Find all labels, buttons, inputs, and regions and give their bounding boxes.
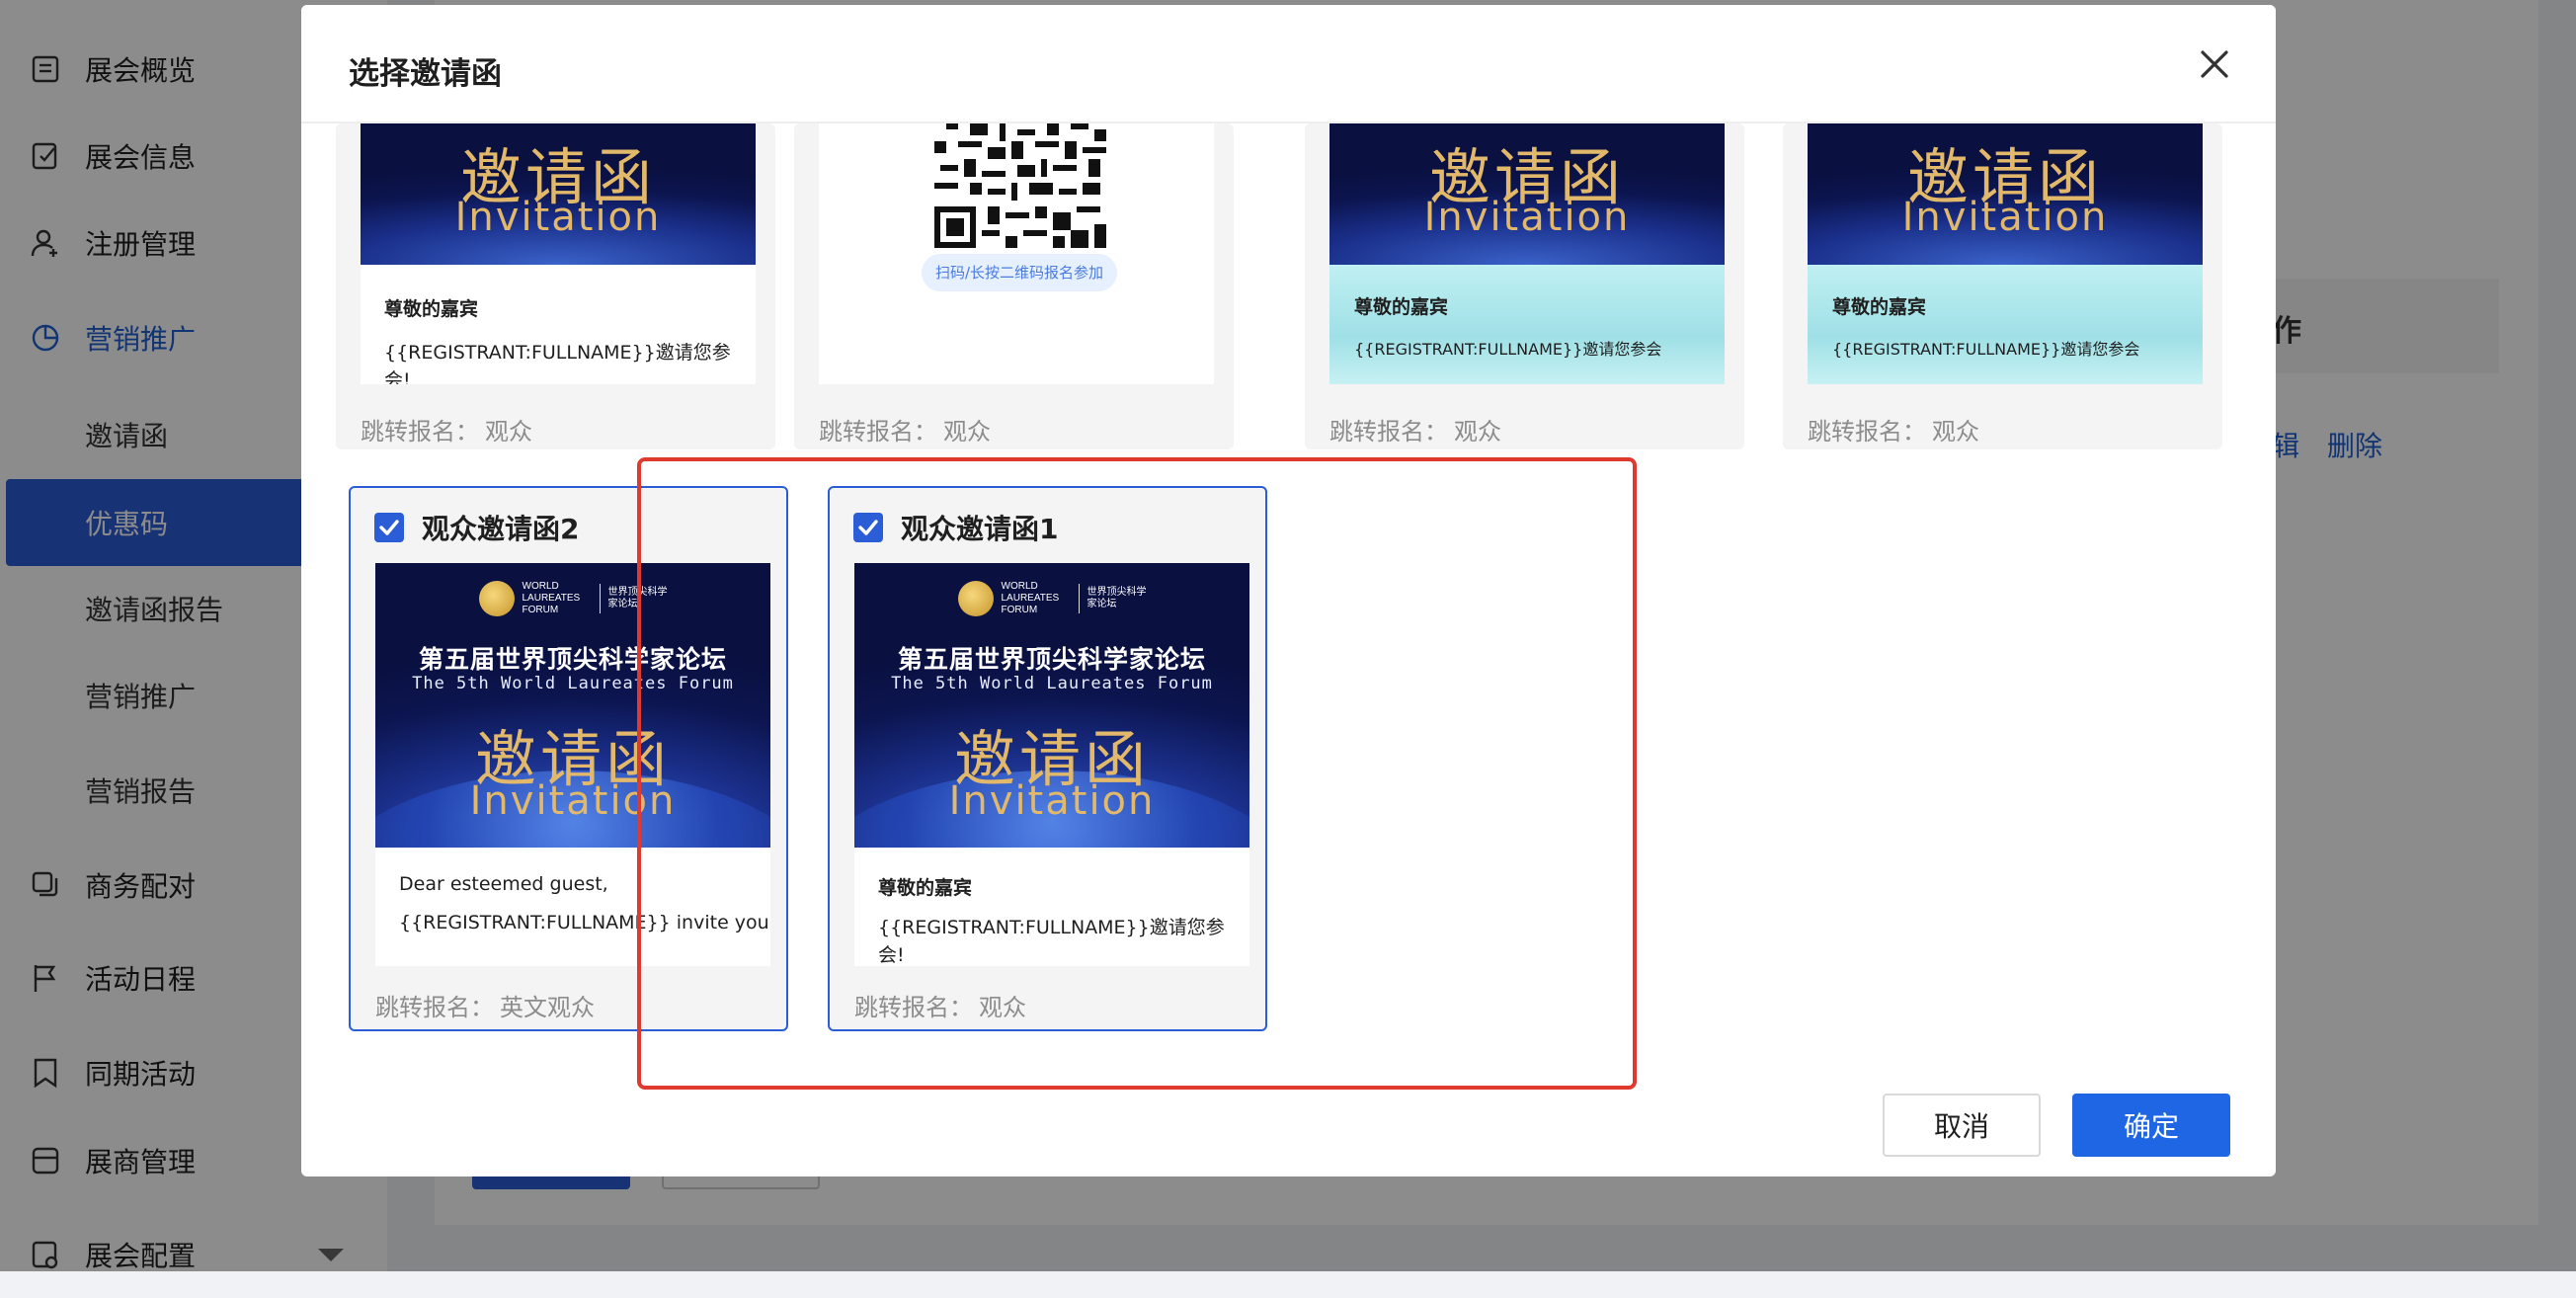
invitation-card[interactable]: 邀请函 Invitation 尊敬的嘉宾 {{REGISTRANT:FULLNA… xyxy=(1305,123,1744,449)
invitation-card[interactable]: 扫码/长按二维码报名参加 跳转报名： 观众 xyxy=(794,123,1234,449)
redirect-value: 观众 xyxy=(943,418,991,446)
preview-body: {{REGISTRANT:FULLNAME}}邀请您参会! xyxy=(878,917,1225,966)
redirect-value: 观众 xyxy=(485,418,532,446)
redirect-label: 跳转报名： xyxy=(361,418,479,446)
modal-footer: 取消 确定 xyxy=(301,1062,2276,1176)
confirm-button[interactable]: 确定 xyxy=(2072,1094,2230,1157)
redirect-label: 跳转报名： xyxy=(1329,418,1448,446)
redirect-label: 跳转报名： xyxy=(854,994,973,1021)
qr-area: 扫码/长按二维码报名参加 xyxy=(819,123,1214,382)
banner-image: WORLD LAUREATES FORUM 世界顶尖科学家论坛 第五届世界顶尖科… xyxy=(854,563,1249,848)
card-header: 观众邀请函1 xyxy=(853,510,1058,545)
preview-greeting: 尊敬的嘉宾 xyxy=(878,877,973,899)
card-redirect: 跳转报名： 观众 xyxy=(1329,412,1501,446)
banner-cn-title: 第五届世界顶尖科学家论坛 xyxy=(897,645,1206,674)
preview-text: Dear esteemed guest, {{REGISTRANT:FULLNA… xyxy=(375,873,770,936)
preview-body: {{REGISTRANT:FULLNAME}}邀请您参会 xyxy=(1832,340,2140,359)
banner-big-en: Invitation xyxy=(469,778,677,824)
card-redirect: 跳转报名： 观众 xyxy=(1808,412,1979,446)
banner-big-en: Invitation xyxy=(1901,195,2109,240)
banner-cn-title: 第五届世界顶尖科学家论坛 xyxy=(418,645,727,674)
preview-greeting: 尊敬的嘉宾 xyxy=(384,298,479,320)
modal-title: 选择邀请函 xyxy=(349,56,502,92)
select-invitation-modal: 选择邀请函 邀请函 Invitation 尊敬的嘉宾 {{REGISTRANT:… xyxy=(301,5,2276,1176)
preview-text: 尊敬的嘉宾 {{REGISTRANT:FULLNAME}}邀请您参会! xyxy=(361,294,756,384)
invitation-card-selected[interactable]: 观众邀请函2 WORLD LAUREATES FORUM 世界顶尖科学家论坛 第… xyxy=(349,486,788,1031)
cancel-button[interactable]: 取消 xyxy=(1883,1094,2041,1157)
redirect-label: 跳转报名： xyxy=(375,994,494,1021)
banner-image: 邀请函 Invitation xyxy=(1329,123,1725,265)
invitation-card[interactable]: 邀请函 Invitation 尊敬的嘉宾 {{REGISTRANT:FULLNA… xyxy=(1783,123,2222,449)
preview-greeting: 尊敬的嘉宾 xyxy=(1354,296,1449,318)
card-checkbox[interactable] xyxy=(853,513,883,542)
logo-en: WORLD LAUREATES FORUM xyxy=(1001,581,1060,615)
logo-en: WORLD LAUREATES FORUM xyxy=(522,581,581,615)
card-redirect: 跳转报名： 观众 xyxy=(819,412,991,446)
redirect-value: 观众 xyxy=(979,994,1026,1021)
banner-big-en: Invitation xyxy=(948,778,1156,824)
logo-divider xyxy=(599,584,601,613)
card-preview: 扫码/长按二维码报名参加 xyxy=(819,123,1214,384)
preview-body: {{REGISTRANT:FULLNAME}}邀请您参会 xyxy=(1354,340,1662,359)
modal-body: 邀请函 Invitation 尊敬的嘉宾 {{REGISTRANT:FULLNA… xyxy=(301,123,2276,1062)
check-icon xyxy=(379,520,399,535)
globe-logo-icon xyxy=(957,581,994,616)
preview-text: 尊敬的嘉宾 {{REGISTRANT:FULLNAME}}邀请您参会! xyxy=(854,873,1249,966)
card-preview: 邀请函 Invitation 尊敬的嘉宾 {{REGISTRANT:FULLNA… xyxy=(1329,123,1725,384)
globe-logo-icon xyxy=(478,581,515,616)
card-preview: 邀请函 Invitation 尊敬的嘉宾 {{REGISTRANT:FULLNA… xyxy=(1808,123,2203,384)
card-title: 观众邀请函2 xyxy=(422,513,580,545)
banner-big-en: Invitation xyxy=(454,195,662,240)
card-header: 观众邀请函2 xyxy=(374,510,579,545)
card-preview: 邀请函 Invitation 尊敬的嘉宾 {{REGISTRANT:FULLNA… xyxy=(361,123,756,384)
banner-en-title: The 5th World Laureates Forum xyxy=(891,674,1213,693)
banner-image: 邀请函 Invitation xyxy=(361,123,756,265)
redirect-value: 英文观众 xyxy=(500,994,595,1021)
banner-big-en: Invitation xyxy=(1423,195,1631,240)
card-redirect: 跳转报名： 英文观众 xyxy=(375,988,595,1022)
banner-en-title: The 5th World Laureates Forum xyxy=(412,674,734,693)
qr-code-icon xyxy=(934,123,1106,248)
preview-greeting: Dear esteemed guest, xyxy=(399,873,608,895)
card-redirect: 跳转报名： 观众 xyxy=(854,988,1026,1022)
redirect-label: 跳转报名： xyxy=(819,418,937,446)
modal-header: 选择邀请函 xyxy=(301,5,2276,123)
card-checkbox[interactable] xyxy=(374,513,404,542)
teal-text-area: 尊敬的嘉宾 {{REGISTRANT:FULLNAME}}邀请您参会 xyxy=(1808,265,2203,384)
forum-logo: WORLD LAUREATES FORUM 世界顶尖科学家论坛 xyxy=(854,581,1249,616)
close-icon[interactable] xyxy=(2197,46,2232,82)
redirect-label: 跳转报名： xyxy=(1808,418,1926,446)
card-title: 观众邀请函1 xyxy=(901,513,1059,545)
forum-logo: WORLD LAUREATES FORUM 世界顶尖科学家论坛 xyxy=(375,581,770,616)
check-icon xyxy=(858,520,878,535)
card-preview: WORLD LAUREATES FORUM 世界顶尖科学家论坛 第五届世界顶尖科… xyxy=(854,563,1249,966)
invitation-card-selected[interactable]: 观众邀请函1 WORLD LAUREATES FORUM 世界顶尖科学家论坛 第… xyxy=(828,486,1267,1031)
redirect-value: 观众 xyxy=(1932,418,1979,446)
preview-body: {{REGISTRANT:FULLNAME}}邀请您参会! xyxy=(384,342,731,384)
qr-hint: 扫码/长按二维码报名参加 xyxy=(922,254,1117,291)
card-preview: WORLD LAUREATES FORUM 世界顶尖科学家论坛 第五届世界顶尖科… xyxy=(375,563,770,966)
redirect-value: 观众 xyxy=(1454,418,1501,446)
logo-cn: 世界顶尖科学家论坛 xyxy=(607,587,668,609)
logo-cn: 世界顶尖科学家论坛 xyxy=(1087,587,1147,609)
card-redirect: 跳转报名： 观众 xyxy=(361,412,532,446)
logo-divider xyxy=(1078,584,1080,613)
invitation-card[interactable]: 邀请函 Invitation 尊敬的嘉宾 {{REGISTRANT:FULLNA… xyxy=(336,123,775,449)
banner-image: WORLD LAUREATES FORUM 世界顶尖科学家论坛 第五届世界顶尖科… xyxy=(375,563,770,848)
preview-greeting: 尊敬的嘉宾 xyxy=(1832,296,1927,318)
teal-text-area: 尊敬的嘉宾 {{REGISTRANT:FULLNAME}}邀请您参会 xyxy=(1329,265,1725,384)
preview-body: {{REGISTRANT:FULLNAME}} invite you to xyxy=(399,912,770,933)
banner-image: 邀请函 Invitation xyxy=(1808,123,2203,265)
